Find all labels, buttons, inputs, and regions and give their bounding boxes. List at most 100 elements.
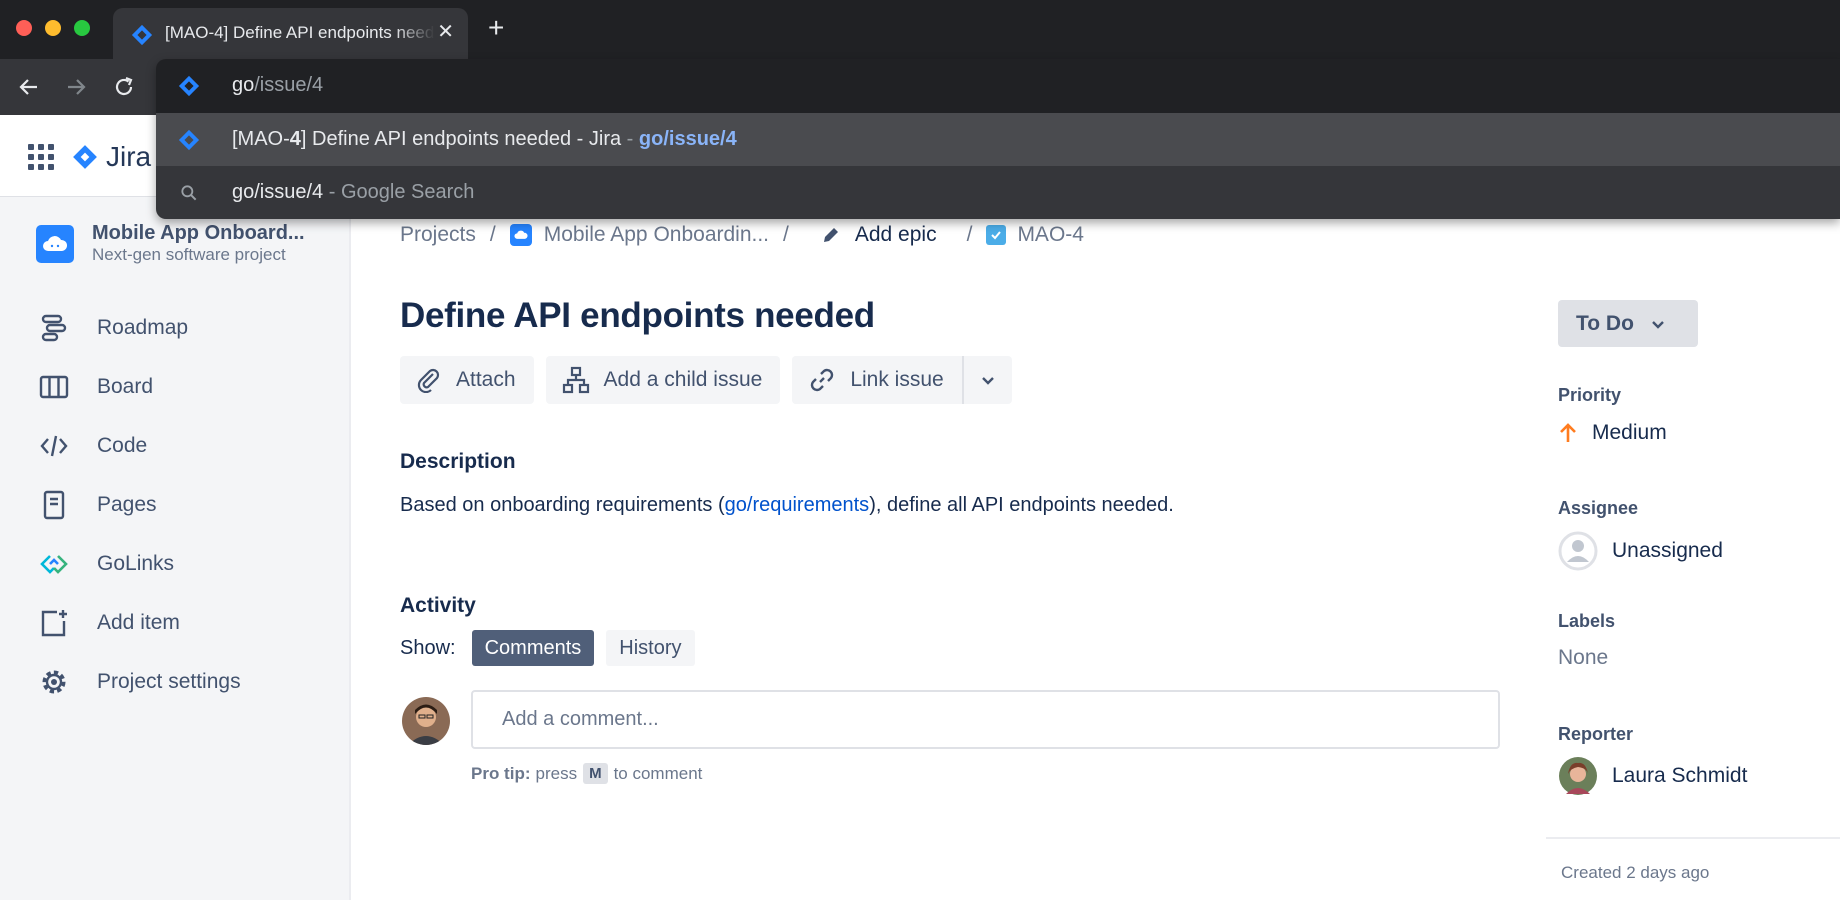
- pro-tip: Pro tip: press M to comment: [471, 763, 702, 784]
- attach-label: Attach: [456, 368, 516, 391]
- omnibox-suggestion-issue[interactable]: [MAO-4] Define API endpoints needed - Ji…: [156, 113, 1840, 166]
- search-icon: [178, 182, 200, 204]
- more-actions-chevron-icon[interactable]: [964, 356, 1012, 404]
- priority-field[interactable]: Medium: [1558, 421, 1667, 445]
- browser-tab-active[interactable]: [MAO-4] Define API endpoints needed - Ji…: [113, 8, 468, 59]
- breadcrumb-project[interactable]: Mobile App Onboardin...: [544, 223, 769, 247]
- project-sidebar: Mobile App Onboard... Next-gen software …: [0, 197, 351, 900]
- close-window-button[interactable]: [16, 20, 32, 36]
- back-arrow-icon[interactable]: [14, 72, 44, 102]
- paperclip-icon: [417, 368, 440, 393]
- new-tab-button[interactable]: +: [488, 14, 504, 42]
- labels-field[interactable]: None: [1558, 646, 1608, 670]
- maximize-window-button[interactable]: [74, 20, 90, 36]
- status-dropdown[interactable]: To Do: [1558, 300, 1698, 347]
- jira-logo-icon: [73, 145, 97, 169]
- chevron-down-icon: [1652, 320, 1664, 329]
- tab-comments[interactable]: Comments: [471, 630, 595, 666]
- search-suggestion-text: go/issue/4 - Google Search: [232, 181, 474, 204]
- link-issue-button[interactable]: Link issue: [792, 356, 964, 404]
- address-text[interactable]: go/issue/4: [232, 74, 323, 97]
- description-after: ), define all API endpoints needed.: [869, 494, 1174, 516]
- description-text[interactable]: Based on onboarding requirements (go/req…: [400, 494, 1174, 517]
- issue-title[interactable]: Define API endpoints needed: [400, 296, 875, 336]
- breadcrumb-projects[interactable]: Projects: [400, 223, 476, 247]
- jira-logo[interactable]: Jira: [72, 141, 151, 173]
- issue-actions: Attach Add a child issue Link issue: [400, 356, 1012, 404]
- project-avatar-cloud-icon: [36, 225, 74, 263]
- jira-icon: [178, 129, 200, 151]
- reporter-field[interactable]: Laura Schmidt: [1558, 756, 1747, 796]
- add-child-issue-label: Add a child issue: [603, 368, 763, 391]
- sidebar-item-label: Project settings: [97, 670, 241, 693]
- reload-icon[interactable]: [109, 72, 139, 102]
- reporter-value: Laura Schmidt: [1612, 764, 1748, 787]
- app-switcher-icon[interactable]: [28, 144, 54, 170]
- project-type: Next-gen software project: [92, 245, 286, 264]
- jira-app: Jira Mobile App Onboard... Next-gen soft…: [0, 115, 1840, 900]
- breadcrumb: Projects / Mobile App Onboardin... / Add…: [400, 223, 1084, 247]
- add-item-icon: [36, 605, 72, 641]
- add-child-issue-button[interactable]: Add a child issue: [545, 356, 781, 404]
- sidebar-item-project-settings[interactable]: Project settings: [36, 662, 241, 702]
- project-cloud-icon: [509, 224, 532, 246]
- assignee-label: Assignee: [1558, 498, 1639, 518]
- sidebar-item-roadmap[interactable]: Roadmap: [36, 308, 188, 348]
- search-suffix: - Google Search: [323, 181, 475, 203]
- sidebar-item-code[interactable]: Code: [36, 426, 147, 466]
- sidebar-item-label: GoLinks: [97, 552, 175, 575]
- breadcrumb-issue-key[interactable]: MAO-4: [1017, 223, 1084, 247]
- tab-history[interactable]: History: [606, 630, 695, 666]
- suggestion-separator: -: [621, 128, 639, 150]
- sidebar-item-label: Pages: [97, 493, 157, 516]
- sidebar-item-label: Add item: [97, 611, 180, 634]
- keyboard-shortcut-key: M: [583, 763, 608, 784]
- breadcrumb-add-epic[interactable]: Add epic: [803, 223, 937, 247]
- status-label: To Do: [1576, 311, 1634, 335]
- suggestion-match: 4: [289, 128, 301, 150]
- sidebar-item-add-item[interactable]: Add item: [36, 603, 180, 643]
- sidebar-item-pages[interactable]: Pages: [36, 485, 157, 525]
- priority-value: Medium: [1592, 421, 1667, 444]
- board-icon: [36, 369, 72, 405]
- sidebar-item-board[interactable]: Board: [36, 367, 153, 407]
- unassigned-avatar-icon: [1558, 531, 1598, 571]
- browser-tab-bar: [MAO-4] Define API endpoints needed - Ji…: [0, 0, 1840, 59]
- minimize-window-button[interactable]: [45, 20, 61, 36]
- priority-medium-arrow-icon: [1560, 423, 1576, 442]
- description-link[interactable]: go/requirements: [725, 494, 870, 516]
- pencil-icon: [823, 228, 838, 242]
- jira-favicon-icon: [131, 24, 153, 51]
- pages-icon: [36, 487, 72, 523]
- attach-button[interactable]: Attach: [400, 356, 534, 404]
- avatar: [1559, 757, 1597, 795]
- issue-main: Projects / Mobile App Onboardin... / Add…: [400, 197, 1500, 900]
- search-query: go/issue/4: [232, 181, 324, 203]
- reporter-label: Reporter: [1558, 724, 1634, 744]
- activity-filter: Show: Comments History: [400, 630, 695, 666]
- avatar: [402, 697, 450, 745]
- add-epic-label: Add epic: [854, 223, 937, 246]
- assignee-field[interactable]: Unassigned: [1558, 531, 1723, 571]
- description-heading: Description: [400, 450, 516, 473]
- activity-heading: Activity: [400, 594, 476, 617]
- link-issue-group: Link issue: [792, 356, 1012, 404]
- labels-value: None: [1558, 646, 1609, 669]
- gear-icon: [36, 664, 72, 700]
- project-header[interactable]: Mobile App Onboard... Next-gen software …: [36, 221, 305, 265]
- roadmap-icon: [36, 310, 72, 346]
- address-typed: go: [232, 74, 255, 96]
- tab-title: [MAO-4] Define API endpoints needed - Ji…: [165, 23, 435, 42]
- sidebar-item-label: Roadmap: [97, 316, 189, 339]
- forward-arrow-icon[interactable]: [61, 72, 91, 102]
- task-checkbox-icon: [986, 225, 1007, 245]
- suggestion-prefix: [MAO-: [232, 128, 290, 150]
- labels-label: Labels: [1558, 611, 1616, 631]
- address-bar[interactable]: go/issue/4: [156, 59, 1840, 113]
- tab-close-icon[interactable]: ✕: [437, 21, 454, 43]
- link-icon: [811, 368, 834, 392]
- omnibox-suggestion-search[interactable]: go/issue/4 - Google Search: [156, 166, 1840, 219]
- sidebar-item-golinks[interactable]: GoLinks: [36, 544, 174, 584]
- suggestion-text: [MAO-4] Define API endpoints needed - Ji…: [232, 128, 737, 151]
- comment-input[interactable]: Add a comment...: [471, 690, 1500, 749]
